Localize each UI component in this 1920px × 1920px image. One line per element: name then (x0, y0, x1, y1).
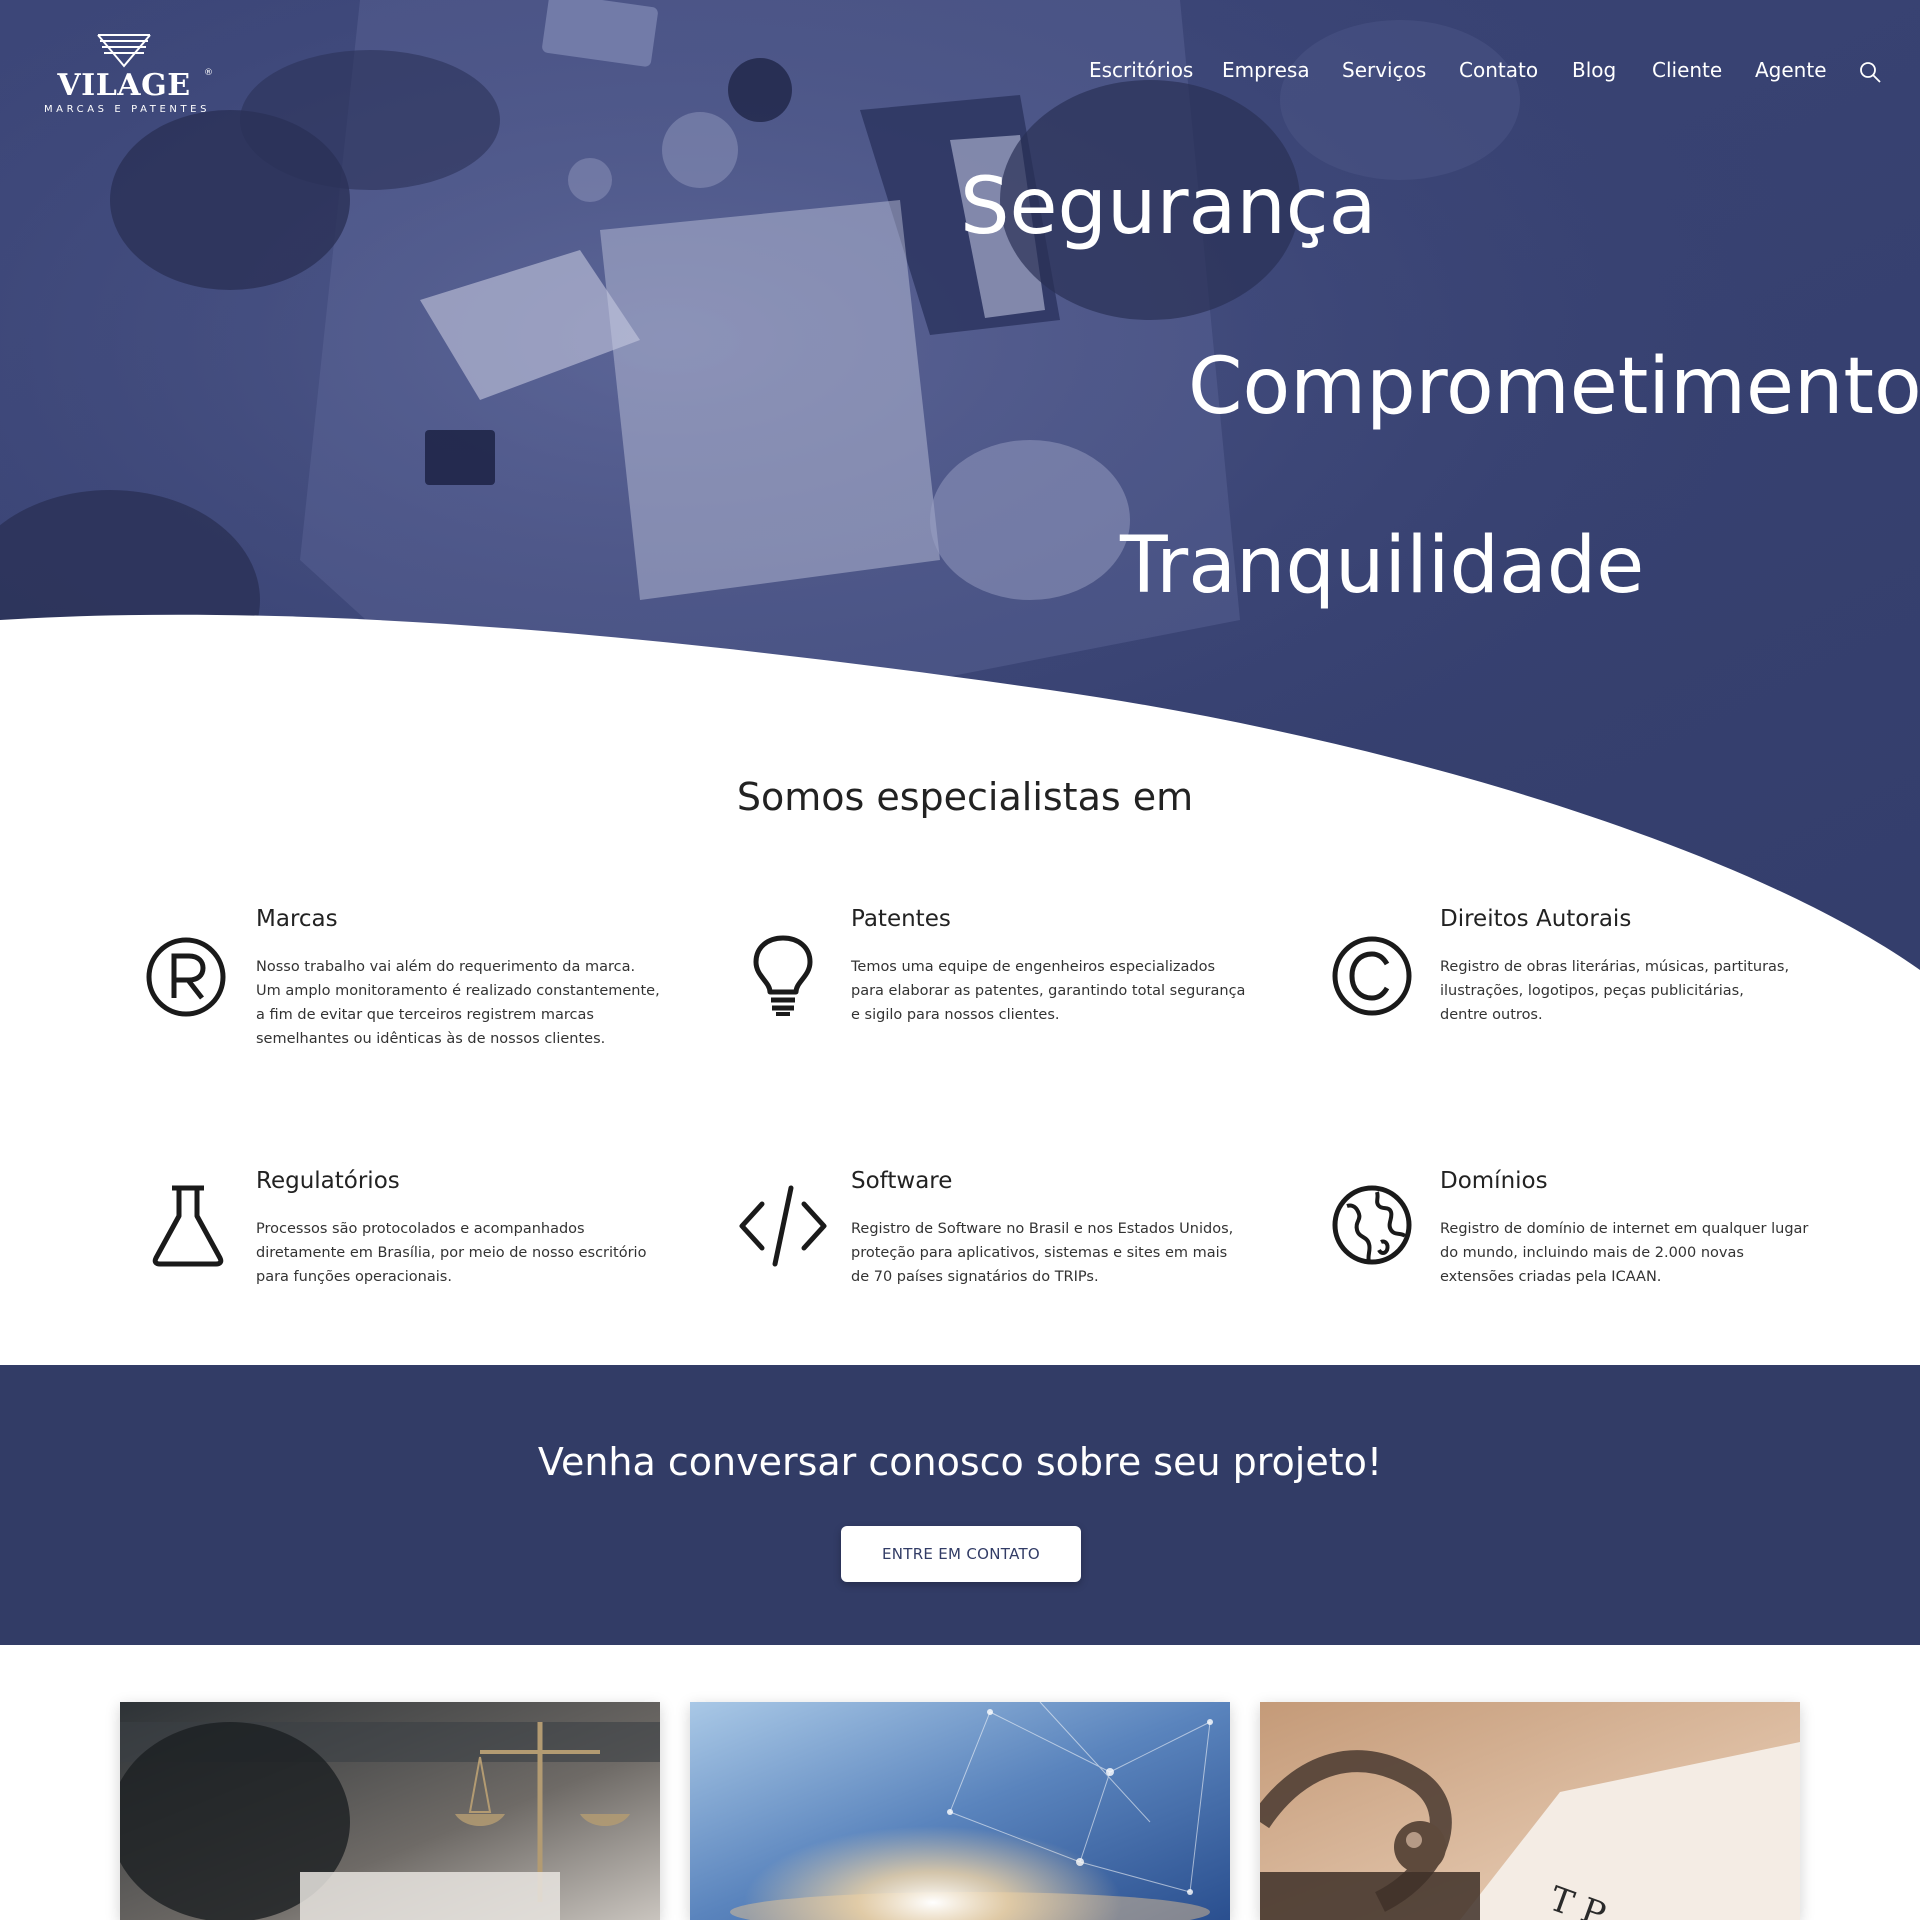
registered-trademark-icon (146, 937, 226, 1017)
description-line: de 70 países signatários do TRIPs. (851, 1269, 1099, 1285)
description-line: Registro de obras literárias, músicas, p… (1440, 959, 1790, 975)
hero-slogan-comprometimento: Comprometimento (1188, 342, 1920, 432)
specialty-title: Regulatórios (256, 1168, 400, 1194)
description-line: para elaborar as patentes, garantindo to… (851, 983, 1246, 999)
site-header: VILAGE ® MARCAS E PATENTES Escritórios E… (0, 0, 1920, 150)
hero-slogan-tranquilidade: Tranquilidade (1120, 521, 1645, 611)
specialties-title: Somos especialistas em (736, 775, 1194, 819)
cta-title: Venha conversar conosco sobre seu projet… (537, 1440, 1383, 1484)
description-line: a fim de evitar que terceiros registrem … (256, 1007, 594, 1023)
main-nav: Escritórios Empresa Serviços Contato Blo… (0, 58, 1920, 92)
cta-section: Venha conversar conosco sobre seu projet… (0, 1365, 1920, 1645)
description-line: diretamente em Brasília, por meio de nos… (256, 1245, 647, 1261)
blog-card-justice[interactable] (120, 1702, 660, 1920)
specialty-description: Registro de obras literárias, músicas, p… (1440, 955, 1840, 1027)
copyright-icon (1332, 936, 1412, 1016)
flask-icon (152, 1185, 224, 1267)
hero-slogan-seguranca: Segurança (960, 162, 1377, 252)
description-line: e sigilo para nossos clientes. (851, 1007, 1060, 1023)
nav-item-escritorios[interactable]: Escritórios (1089, 58, 1193, 82)
search-icon[interactable] (1858, 60, 1882, 84)
contact-button[interactable]: ENTRE EM CONTATO (841, 1526, 1081, 1582)
specialty-description: Temos uma equipe de engenheiros especial… (851, 955, 1311, 1027)
description-line: Um amplo monitoramento é realizado const… (256, 983, 660, 999)
description-line: Registro de Software no Brasil e nos Est… (851, 1221, 1234, 1237)
specialty-title: Software (851, 1168, 953, 1194)
description-line: do mundo, incluindo mais de 2.000 novas (1440, 1245, 1744, 1261)
brand-tagline: MARCAS E PATENTES (43, 104, 211, 115)
card-image-network (690, 1702, 1230, 1920)
specialty-title: Marcas (256, 906, 338, 932)
description-line: para funções operacionais. (256, 1269, 452, 1285)
card-image-typewriter: T P (1260, 1702, 1800, 1920)
description-line: Nosso trabalho vai além do requerimento … (256, 959, 636, 975)
nav-item-agente[interactable]: Agente (1755, 58, 1827, 82)
hero-section: VILAGE ® MARCAS E PATENTES Escritórios E… (0, 0, 1920, 970)
description-line: Temos uma equipe de engenheiros especial… (851, 959, 1216, 975)
blog-card-typewriter[interactable]: T P (1260, 1702, 1800, 1920)
specialty-title: Patentes (851, 906, 951, 932)
description-line: proteção para aplicativos, sistemas e si… (851, 1245, 1228, 1261)
description-line: semelhantes ou idênticas às de nossos cl… (256, 1031, 606, 1047)
card-image-justice-scales (120, 1702, 660, 1920)
nav-item-servicos[interactable]: Serviços (1342, 58, 1426, 82)
description-line: ilustrações, logotipos, peças publicitár… (1440, 983, 1744, 999)
nav-item-cliente[interactable]: Cliente (1652, 58, 1722, 82)
specialty-description: Registro de Software no Brasil e nos Est… (851, 1217, 1311, 1289)
specialty-description: Processos são protocolados e acompanhado… (256, 1217, 716, 1289)
specialty-title: Domínios (1440, 1168, 1548, 1194)
specialty-description: Nosso trabalho vai além do requerimento … (256, 955, 716, 1051)
nav-item-blog[interactable]: Blog (1572, 58, 1616, 82)
blog-card-network[interactable] (690, 1702, 1230, 1920)
lightbulb-icon (753, 935, 813, 1016)
description-line: Processos são protocolados e acompanhado… (256, 1221, 585, 1237)
nav-item-contato[interactable]: Contato (1459, 58, 1538, 82)
globe-icon (1332, 1185, 1412, 1265)
description-line: extensões criadas pela ICAAN. (1440, 1269, 1662, 1285)
description-line: Registro de domínio de internet em qualq… (1440, 1221, 1809, 1237)
description-line: dentre outros. (1440, 1007, 1543, 1023)
nav-item-empresa[interactable]: Empresa (1222, 58, 1310, 82)
specialty-title: Direitos Autorais (1440, 906, 1632, 932)
code-icon (739, 1185, 827, 1267)
specialty-description: Registro de domínio de internet em qualq… (1440, 1217, 1860, 1289)
